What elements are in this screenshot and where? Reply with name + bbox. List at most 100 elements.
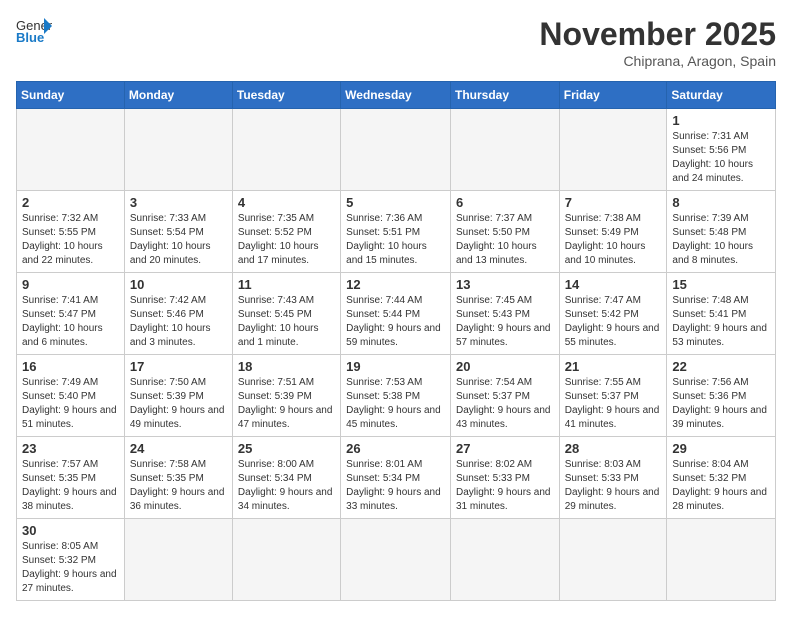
day-number: 12 — [346, 277, 445, 292]
day-number: 1 — [672, 113, 770, 128]
cell-info: Sunrise: 8:03 AM Sunset: 5:33 PM Dayligh… — [565, 458, 662, 514]
calendar-cell: 1 Sunrise: 7:31 AM Sunset: 5:56 PM Daylig… — [667, 109, 776, 191]
calendar-cell: 27 Sunrise: 8:02 AM Sunset: 5:33 PM Dayli… — [450, 437, 559, 519]
calendar-cell: 10 Sunrise: 7:42 AM Sunset: 5:46 PM Dayli… — [124, 273, 232, 355]
calendar-cell: 12Sunrise: 7:44 AM Sunset: 5:44 PM Dayli… — [341, 273, 451, 355]
cell-info: Sunrise: 7:54 AM Sunset: 5:37 PM Dayligh… — [456, 376, 554, 432]
week-row-4: 16Sunrise: 7:49 AM Sunset: 5:40 PM Dayli… — [17, 355, 776, 437]
day-number: 21 — [565, 359, 662, 374]
day-number: 9 — [22, 277, 119, 292]
calendar-cell: 19Sunrise: 7:53 AM Sunset: 5:38 PM Dayli… — [341, 355, 451, 437]
day-number: 29 — [672, 441, 770, 456]
day-number: 3 — [130, 195, 227, 210]
cell-info: Sunrise: 8:02 AM Sunset: 5:33 PM Dayligh… — [456, 458, 554, 514]
cell-info: Sunrise: 7:32 AM Sunset: 5:55 PM Dayligh… — [22, 212, 119, 268]
cell-info: Sunrise: 7:36 AM Sunset: 5:51 PM Dayligh… — [346, 212, 445, 268]
day-number: 5 — [346, 195, 445, 210]
week-row-6: 30 Sunrise: 8:05 AM Sunset: 5:32 PM Dayli… — [17, 519, 776, 601]
cell-info: Sunrise: 7:57 AM Sunset: 5:35 PM Dayligh… — [22, 458, 119, 514]
calendar-cell: 25 Sunrise: 8:00 AM Sunset: 5:34 PM Dayli… — [232, 437, 340, 519]
day-number: 13 — [456, 277, 554, 292]
calendar-cell: 28 Sunrise: 8:03 AM Sunset: 5:33 PM Dayli… — [559, 437, 667, 519]
calendar-cell: 17Sunrise: 7:50 AM Sunset: 5:39 PM Dayli… — [124, 355, 232, 437]
cell-info: Sunrise: 8:00 AM Sunset: 5:34 PM Dayligh… — [238, 458, 335, 514]
col-header-friday: Friday — [559, 82, 667, 109]
col-header-saturday: Saturday — [667, 82, 776, 109]
calendar-cell: 13 Sunrise: 7:45 AM Sunset: 5:43 PM Dayli… — [450, 273, 559, 355]
day-number: 8 — [672, 195, 770, 210]
week-row-5: 23Sunrise: 7:57 AM Sunset: 5:35 PM Dayli… — [17, 437, 776, 519]
calendar-cell: 30 Sunrise: 8:05 AM Sunset: 5:32 PM Dayli… — [17, 519, 125, 601]
day-number: 17 — [130, 359, 227, 374]
calendar-cell — [450, 519, 559, 601]
calendar-cell: 7 Sunrise: 7:38 AM Sunset: 5:49 PM Daylig… — [559, 191, 667, 273]
cell-info: Sunrise: 7:47 AM Sunset: 5:42 PM Dayligh… — [565, 294, 662, 350]
cell-info: Sunrise: 7:45 AM Sunset: 5:43 PM Dayligh… — [456, 294, 554, 350]
cell-info: Sunrise: 7:38 AM Sunset: 5:49 PM Dayligh… — [565, 212, 662, 268]
calendar-cell — [232, 519, 340, 601]
calendar-cell: 16Sunrise: 7:49 AM Sunset: 5:40 PM Dayli… — [17, 355, 125, 437]
cell-info: Sunrise: 8:04 AM Sunset: 5:32 PM Dayligh… — [672, 458, 770, 514]
calendar-cell: 14 Sunrise: 7:47 AM Sunset: 5:42 PM Dayli… — [559, 273, 667, 355]
cell-info: Sunrise: 7:56 AM Sunset: 5:36 PM Dayligh… — [672, 376, 770, 432]
calendar-cell — [17, 109, 125, 191]
cell-info: Sunrise: 8:05 AM Sunset: 5:32 PM Dayligh… — [22, 540, 119, 596]
logo-icon: General Blue — [16, 16, 52, 44]
cell-info: Sunrise: 7:51 AM Sunset: 5:39 PM Dayligh… — [238, 376, 335, 432]
calendar-cell — [341, 109, 451, 191]
calendar-cell — [667, 519, 776, 601]
cell-info: Sunrise: 7:33 AM Sunset: 5:54 PM Dayligh… — [130, 212, 227, 268]
col-header-monday: Monday — [124, 82, 232, 109]
cell-info: Sunrise: 7:37 AM Sunset: 5:50 PM Dayligh… — [456, 212, 554, 268]
location: Chiprana, Aragon, Spain — [539, 53, 776, 69]
cell-info: Sunrise: 7:49 AM Sunset: 5:40 PM Dayligh… — [22, 376, 119, 432]
calendar-cell: 20 Sunrise: 7:54 AM Sunset: 5:37 PM Dayli… — [450, 355, 559, 437]
day-number: 25 — [238, 441, 335, 456]
calendar-cell — [559, 109, 667, 191]
cell-info: Sunrise: 7:58 AM Sunset: 5:35 PM Dayligh… — [130, 458, 227, 514]
day-number: 28 — [565, 441, 662, 456]
calendar-cell: 21 Sunrise: 7:55 AM Sunset: 5:37 PM Dayli… — [559, 355, 667, 437]
day-number: 24 — [130, 441, 227, 456]
calendar-table: SundayMondayTuesdayWednesdayThursdayFrid… — [16, 81, 776, 601]
col-header-wednesday: Wednesday — [341, 82, 451, 109]
calendar-cell — [450, 109, 559, 191]
calendar-cell — [559, 519, 667, 601]
day-number: 10 — [130, 277, 227, 292]
calendar-cell: 6 Sunrise: 7:37 AM Sunset: 5:50 PM Daylig… — [450, 191, 559, 273]
day-number: 6 — [456, 195, 554, 210]
calendar-cell: 3 Sunrise: 7:33 AM Sunset: 5:54 PM Daylig… — [124, 191, 232, 273]
svg-text:Blue: Blue — [16, 30, 44, 44]
cell-info: Sunrise: 7:42 AM Sunset: 5:46 PM Dayligh… — [130, 294, 227, 350]
calendar-cell: 23Sunrise: 7:57 AM Sunset: 5:35 PM Dayli… — [17, 437, 125, 519]
col-header-thursday: Thursday — [450, 82, 559, 109]
calendar-cell — [341, 519, 451, 601]
day-number: 2 — [22, 195, 119, 210]
calendar-cell: 4Sunrise: 7:35 AM Sunset: 5:52 PM Daylig… — [232, 191, 340, 273]
day-number: 14 — [565, 277, 662, 292]
calendar-header-row: SundayMondayTuesdayWednesdayThursdayFrid… — [17, 82, 776, 109]
cell-info: Sunrise: 7:35 AM Sunset: 5:52 PM Dayligh… — [238, 212, 335, 268]
calendar-cell: 9Sunrise: 7:41 AM Sunset: 5:47 PM Daylig… — [17, 273, 125, 355]
day-number: 30 — [22, 523, 119, 538]
cell-info: Sunrise: 7:55 AM Sunset: 5:37 PM Dayligh… — [565, 376, 662, 432]
day-number: 7 — [565, 195, 662, 210]
calendar-cell: 24 Sunrise: 7:58 AM Sunset: 5:35 PM Dayli… — [124, 437, 232, 519]
week-row-3: 9Sunrise: 7:41 AM Sunset: 5:47 PM Daylig… — [17, 273, 776, 355]
cell-info: Sunrise: 7:31 AM Sunset: 5:56 PM Dayligh… — [672, 130, 770, 186]
calendar-cell: 29 Sunrise: 8:04 AM Sunset: 5:32 PM Dayli… — [667, 437, 776, 519]
month-title: November 2025 — [539, 16, 776, 53]
calendar-cell: 5 Sunrise: 7:36 AM Sunset: 5:51 PM Daylig… — [341, 191, 451, 273]
day-number: 20 — [456, 359, 554, 374]
day-number: 27 — [456, 441, 554, 456]
cell-info: Sunrise: 7:39 AM Sunset: 5:48 PM Dayligh… — [672, 212, 770, 268]
calendar-cell: 22Sunrise: 7:56 AM Sunset: 5:36 PM Dayli… — [667, 355, 776, 437]
day-number: 15 — [672, 277, 770, 292]
calendar-cell: 11Sunrise: 7:43 AM Sunset: 5:45 PM Dayli… — [232, 273, 340, 355]
week-row-2: 2 Sunrise: 7:32 AM Sunset: 5:55 PM Daylig… — [17, 191, 776, 273]
cell-info: Sunrise: 7:43 AM Sunset: 5:45 PM Dayligh… — [238, 294, 335, 350]
day-number: 26 — [346, 441, 445, 456]
cell-info: Sunrise: 7:53 AM Sunset: 5:38 PM Dayligh… — [346, 376, 445, 432]
calendar-cell: 15Sunrise: 7:48 AM Sunset: 5:41 PM Dayli… — [667, 273, 776, 355]
title-block: November 2025 Chiprana, Aragon, Spain — [539, 16, 776, 69]
